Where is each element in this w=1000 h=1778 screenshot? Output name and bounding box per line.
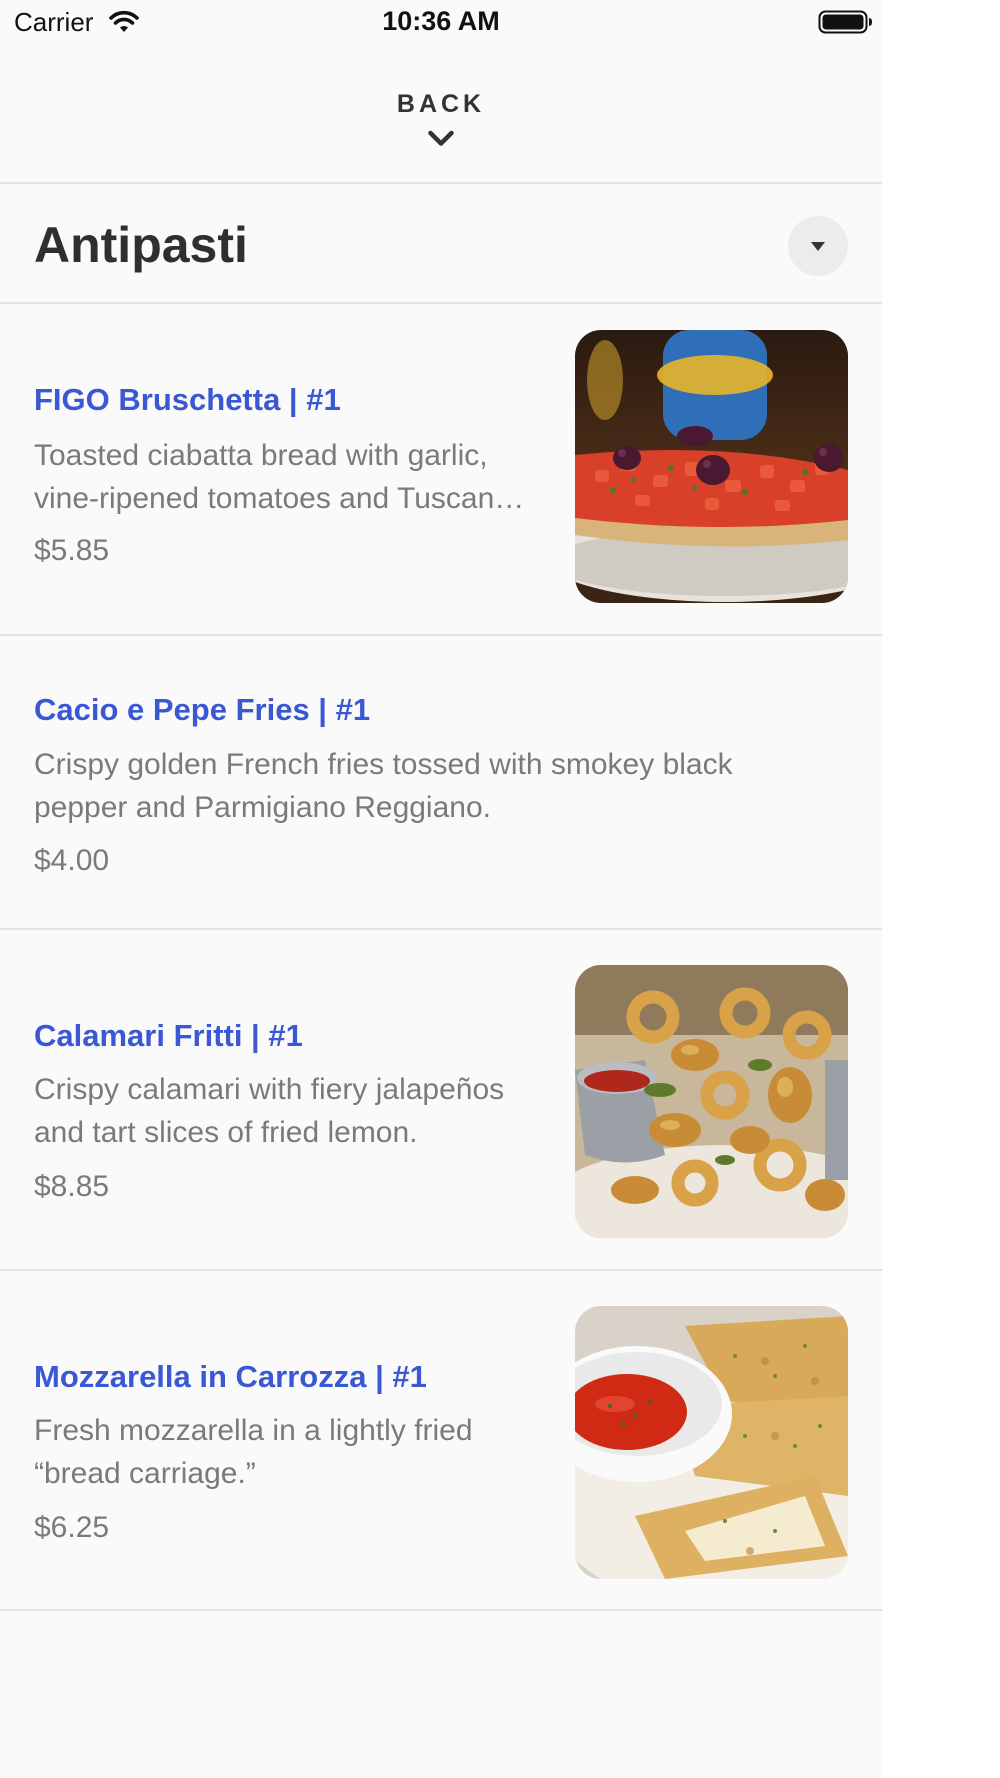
section-header: Antipasti (0, 186, 882, 304)
item-name: Calamari Fritti | #1 (34, 1018, 303, 1053)
item-price: $4.00 (34, 844, 110, 877)
item-price: $8.85 (34, 1170, 110, 1203)
item-description: Toasted ciabatta bread with garlic, vine… (34, 439, 525, 515)
section-title: Antipasti (34, 217, 248, 273)
chevron-down-icon (428, 130, 454, 146)
back-button[interactable]: BACK (0, 46, 882, 184)
item-name: Mozzarella in Carrozza | #1 (34, 1359, 427, 1394)
mozzarella-photo (575, 1306, 848, 1579)
status-bar: Carrier 10:36 AM (0, 0, 882, 46)
menu-screen: Carrier 10:36 AM BACK Antipasti FIGO Bru… (0, 0, 882, 1778)
menu-item[interactable]: Mozzarella in Carrozza | #1 Fresh mozzar… (0, 1271, 882, 1611)
back-label: BACK (396, 90, 486, 118)
item-description: Crispy calamari with fiery jalapeños and… (34, 1073, 505, 1149)
battery-icon (818, 10, 872, 34)
calamari-photo (575, 965, 848, 1238)
menu-item[interactable]: Cacio e Pepe Fries | #1 Crispy golden Fr… (0, 636, 882, 930)
menu-item[interactable]: Calamari Fritti | #1 Crispy calamari wit… (0, 930, 882, 1271)
item-description: Crispy golden French fries tossed with s… (34, 748, 733, 824)
item-price: $6.25 (34, 1511, 110, 1544)
item-name: Cacio e Pepe Fries | #1 (34, 692, 371, 727)
section-collapse-button[interactable] (788, 216, 848, 276)
caret-down-icon (811, 242, 825, 251)
item-description: Fresh mozzarella in a lightly fried “bre… (34, 1414, 473, 1490)
bruschetta-photo (575, 330, 848, 603)
item-name: FIGO Bruschetta | #1 (34, 382, 341, 417)
menu-item[interactable]: FIGO Bruschetta | #1 Toasted ciabatta br… (0, 306, 882, 636)
status-time: 10:36 AM (382, 6, 500, 36)
right-gutter (882, 0, 1000, 1778)
item-price: $5.85 (34, 534, 110, 567)
